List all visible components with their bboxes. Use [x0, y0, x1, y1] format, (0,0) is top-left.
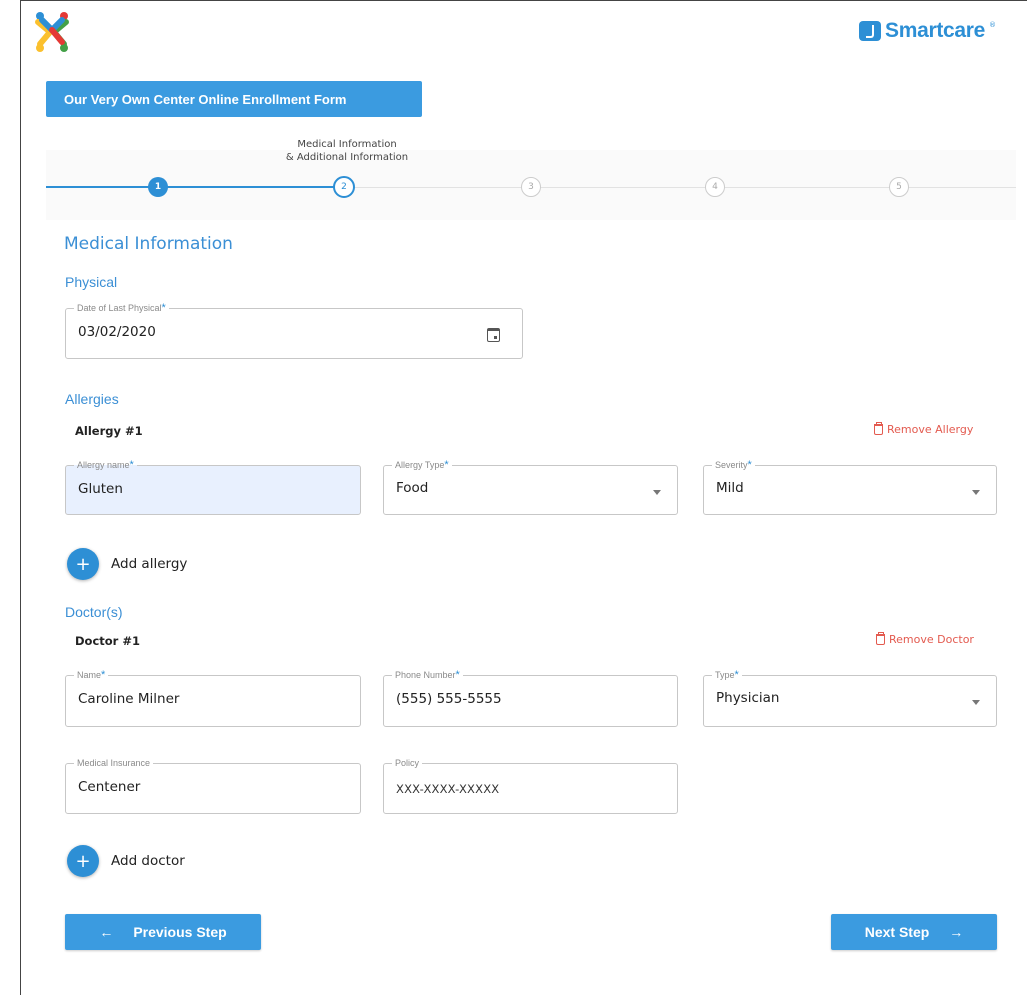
stepper-progress-line: [46, 186, 346, 188]
allergies-heading: Allergies: [65, 391, 119, 407]
plus-icon: +: [67, 548, 99, 580]
previous-step-label: Previous Step: [133, 924, 227, 940]
form-title: Our Very Own Center Online Enrollment Fo…: [64, 91, 347, 107]
allergy-name-field[interactable]: Allergy name* Gluten: [65, 459, 361, 515]
severity-label: Severity*: [712, 459, 755, 471]
doctors-heading: Doctor(s): [65, 604, 123, 620]
remove-doctor-label: Remove Doctor: [889, 633, 974, 646]
trash-icon: [874, 422, 883, 435]
allergy-type-select[interactable]: Allergy Type* Food: [383, 459, 678, 515]
caret-down-icon: [972, 700, 980, 705]
doctor-1-title: Doctor #1: [75, 634, 140, 648]
phone-number-label: Phone Number*: [392, 669, 463, 681]
step-2[interactable]: 2: [333, 176, 355, 198]
step-caption-line2: & Additional Information: [285, 152, 409, 163]
step-2-number: 2: [341, 182, 347, 192]
allergy-name-label: Allergy name*: [74, 459, 137, 471]
step-1[interactable]: 1: [148, 177, 168, 197]
brand-trademark: ®: [989, 21, 997, 29]
plus-icon: +: [67, 845, 99, 877]
step-caption-line1: Medical Information: [297, 139, 397, 150]
step-5[interactable]: 5: [889, 177, 909, 197]
physical-heading: Physical: [65, 274, 118, 290]
phone-number-value: (555) 555-5555: [396, 691, 502, 707]
brand-name: Smartcare: [885, 19, 986, 42]
doctor-type-value: Physician: [716, 690, 780, 706]
previous-step-button[interactable]: ← Previous Step: [65, 914, 261, 950]
policy-label: Policy: [392, 757, 423, 769]
stepper-track-line: [346, 187, 1016, 188]
smartcare-logo-icon: [859, 21, 881, 41]
remove-allergy-label: Remove Allergy: [887, 423, 974, 436]
medical-insurance-value: Centener: [78, 779, 141, 795]
remove-doctor-button[interactable]: Remove Doctor: [876, 632, 974, 646]
medical-insurance-label: Medical Insurance: [74, 757, 154, 769]
add-allergy-button[interactable]: + Add allergy: [67, 548, 187, 580]
doctor-name-value: Caroline Milner: [78, 691, 180, 707]
step-4-number: 4: [712, 182, 718, 192]
remove-allergy-button[interactable]: Remove Allergy: [874, 422, 974, 436]
allergy-1-title: Allergy #1: [75, 424, 143, 438]
center-logo: [32, 10, 72, 54]
date-of-last-physical-value: 03/02/2020: [78, 324, 156, 340]
step-1-number: 1: [154, 182, 162, 192]
caret-down-icon: [653, 490, 661, 495]
step-3[interactable]: 3: [521, 177, 541, 197]
policy-field[interactable]: Policy XXX-XXXX-XXXXX: [383, 757, 678, 814]
arrow-right-icon: →: [949, 924, 964, 940]
step-caption: Medical Information & Additional Informa…: [257, 138, 437, 164]
add-doctor-button[interactable]: + Add doctor: [67, 845, 185, 877]
trash-icon: [876, 632, 885, 645]
doctor-name-field[interactable]: Name* Caroline Milner: [65, 669, 361, 727]
date-of-last-physical-label: Date of Last Physical*: [74, 302, 169, 314]
severity-value: Mild: [716, 480, 744, 496]
medical-insurance-field[interactable]: Medical Insurance Centener: [65, 757, 361, 814]
section-title: Medical Information: [64, 234, 233, 254]
policy-placeholder: XXX-XXXX-XXXXX: [396, 782, 500, 796]
form-title-bar: Our Very Own Center Online Enrollment Fo…: [46, 81, 422, 117]
add-doctor-label: Add doctor: [111, 853, 185, 869]
add-allergy-label: Add allergy: [111, 556, 188, 572]
next-step-button[interactable]: Next Step →: [831, 914, 997, 950]
caret-down-icon: [972, 490, 980, 495]
step-4[interactable]: 4: [705, 177, 725, 197]
calendar-icon[interactable]: [487, 328, 500, 342]
smartcare-brand: Smartcare ®: [859, 18, 996, 44]
allergy-type-value: Food: [396, 480, 429, 496]
allergy-name-value: Gluten: [78, 481, 123, 497]
severity-select[interactable]: Severity* Mild: [703, 459, 997, 515]
date-of-last-physical-field[interactable]: Date of Last Physical* 03/02/2020: [65, 302, 523, 359]
doctor-type-label: Type*: [712, 669, 742, 681]
doctor-name-label: Name*: [74, 669, 109, 681]
arrow-left-icon: ←: [99, 924, 114, 940]
doctor-type-select[interactable]: Type* Physician: [703, 669, 997, 727]
step-3-number: 3: [528, 182, 534, 192]
allergy-type-label: Allergy Type*: [392, 459, 452, 471]
phone-number-field[interactable]: Phone Number* (555) 555-5555: [383, 669, 678, 727]
next-step-label: Next Step: [864, 924, 930, 940]
step-5-number: 5: [896, 182, 902, 192]
